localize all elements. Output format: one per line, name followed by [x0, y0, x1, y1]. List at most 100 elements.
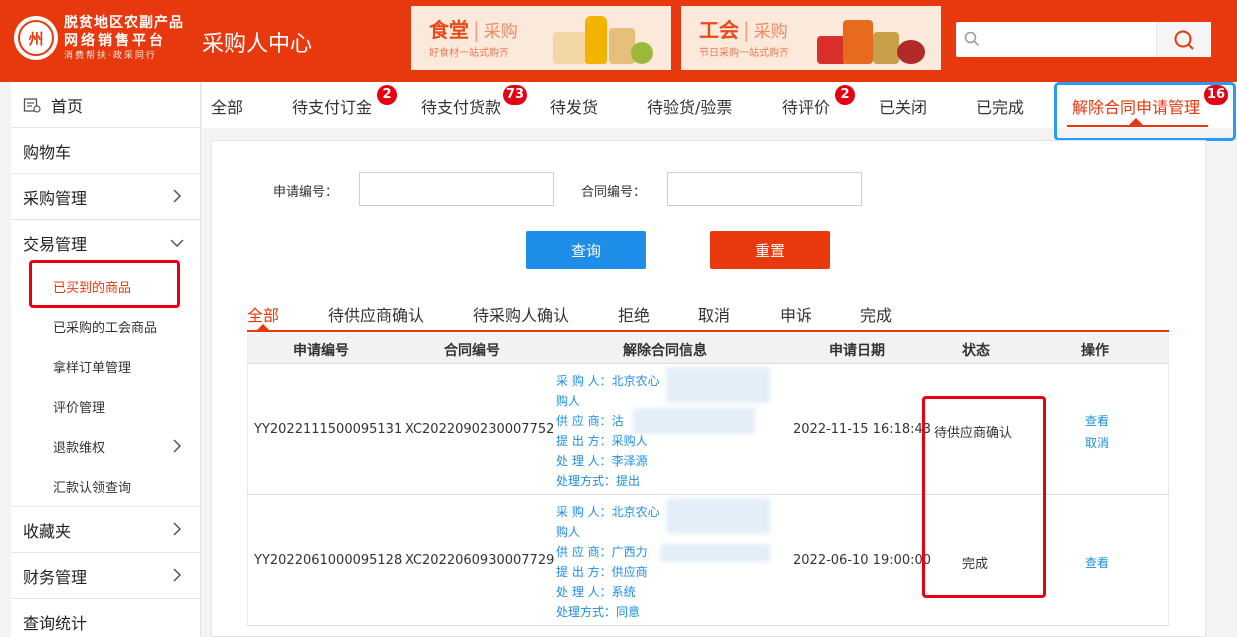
union-banner[interactable]: 工会 | 采购 节日采购一站式购齐 [681, 6, 941, 70]
logo-title-line1: 脱贫地区农副产品 [64, 15, 184, 31]
badge-count: 2 [835, 85, 855, 105]
subtab-done[interactable]: 完成 [860, 302, 892, 326]
info-line: 处理方式：同意 [556, 605, 641, 619]
sidebar-item-finance[interactable]: 财务管理 [11, 553, 200, 599]
banner-subtitle: 采购 [483, 22, 518, 42]
reset-button[interactable]: 重置 [710, 231, 830, 269]
sidebar-item-favorites[interactable]: 收藏夹 [11, 507, 200, 553]
info-line: 采 购 人：北京农心 [556, 374, 660, 388]
contract-no-cell: XC2022060930007729 [405, 553, 555, 568]
chevron-right-icon [173, 522, 182, 536]
search-box [956, 22, 1211, 57]
redacted-area [666, 367, 770, 403]
sidebar-item-label: 采购管理 [23, 188, 88, 208]
contract-no-input[interactable] [667, 172, 862, 206]
highlight-box [922, 396, 1046, 598]
tab-pending-payment[interactable]: 待支付货款 [421, 94, 501, 118]
sidebar-item-home[interactable]: 首页 [11, 82, 200, 128]
redacted-area [660, 544, 770, 562]
banner-title: 工会 [699, 18, 739, 42]
column-header: 状态 [962, 343, 990, 359]
info-line: 处 理 人：系统 [556, 585, 636, 599]
sidebar-item-label: 购物车 [23, 142, 72, 162]
home-icon [23, 97, 41, 113]
highlight-box [1054, 82, 1236, 141]
submenu-union-goods[interactable]: 已采购的工会商品 [11, 306, 200, 346]
submenu-label: 已采购的工会商品 [53, 320, 158, 336]
termination-info: 采 购 人：北京农心 购人 供 应 商：广西力 提 出 方：供应商 处 理 人：… [556, 502, 660, 622]
subtab-cancelled[interactable]: 取消 [698, 302, 730, 326]
badge-count: 73 [503, 85, 528, 105]
apply-date-cell: 2022-11-15 16:18:43 [793, 422, 932, 437]
sidebar-item-procurement[interactable]: 采购管理 [11, 174, 200, 220]
status-filter-tabs: 全部 待供应商确认 待采购人确认 拒绝 取消 申诉 完成 [247, 296, 1169, 332]
sidebar-item-statistics[interactable]: 查询统计 [11, 599, 200, 637]
apply-no-label: 申请编号： [273, 185, 339, 200]
banner-title: 食堂 [429, 18, 469, 42]
column-header: 申请编号 [293, 343, 349, 359]
sidebar-item-label: 收藏夹 [23, 521, 72, 541]
subtab-all[interactable]: 全部 [247, 302, 279, 326]
info-line: 采 购 人：北京农心 [556, 505, 660, 519]
submenu-sample-orders[interactable]: 拿样订单管理 [11, 346, 200, 386]
submenu-label: 汇款认领查询 [53, 480, 132, 496]
submenu-label: 退款维权 [53, 440, 106, 456]
center-title: 采购人中心 [202, 32, 313, 57]
subtab-rejected[interactable]: 拒绝 [618, 302, 650, 326]
gift-products-illustration [817, 12, 927, 66]
submenu-label: 评价管理 [53, 400, 106, 416]
info-line: 提 出 方：采购人 [556, 434, 648, 448]
search-icon [1174, 30, 1194, 50]
tab-pending-inspection[interactable]: 待验货/验票 [647, 94, 732, 118]
highlight-box [29, 260, 180, 308]
chevron-right-icon [173, 439, 182, 453]
tab-pending-shipment[interactable]: 待发货 [550, 94, 598, 118]
logo-emblem-icon: 州 [14, 16, 58, 60]
column-header: 申请日期 [829, 343, 885, 359]
active-subtab-caret [256, 324, 270, 331]
tab-pending-deposit[interactable]: 待支付订金 [292, 94, 372, 118]
info-line: 提 出 方：供应商 [556, 565, 648, 579]
sidebar-item-cart[interactable]: 购物车 [11, 128, 200, 174]
chevron-right-icon [173, 189, 182, 203]
tab-closed[interactable]: 已关闭 [879, 94, 927, 118]
chevron-down-icon [170, 239, 184, 248]
sidebar-item-label: 查询统计 [23, 614, 88, 633]
search-button[interactable] [1156, 22, 1211, 57]
header-bar: 州 脱贫地区农副产品 网络销售平台 消费帮扶·政采同行 采购人中心 食堂 | 采购 … [0, 0, 1237, 82]
sidebar: 首页 购物车 采购管理 交易管理 已买到的商品 已采购的工会商品 拿样订单管理 … [11, 82, 201, 637]
badge-count: 2 [377, 85, 397, 105]
tab-completed[interactable]: 已完成 [976, 94, 1024, 118]
subtab-pending-supplier[interactable]: 待供应商确认 [328, 302, 424, 326]
banner-subtitle: 采购 [753, 22, 788, 42]
contract-no-cell: XC2022090230007752 [405, 422, 555, 437]
search-input[interactable] [984, 22, 1154, 57]
subtab-appeal[interactable]: 申诉 [780, 302, 812, 326]
view-link[interactable]: 查看 [1085, 412, 1109, 429]
logo-slogan: 消费帮扶·政采同行 [64, 51, 157, 61]
canteen-banner[interactable]: 食堂 | 采购 好食材一站式购齐 [411, 6, 671, 70]
sidebar-item-label: 首页 [51, 96, 84, 116]
contract-no-label: 合同编号： [581, 185, 647, 200]
subtab-pending-purchaser[interactable]: 待采购人确认 [473, 302, 569, 326]
submenu-refunds[interactable]: 退款维权 [11, 426, 200, 466]
submenu-label: 拿样订单管理 [53, 360, 132, 376]
platform-logo[interactable]: 州 脱贫地区农副产品 网络销售平台 消费帮扶·政采同行 [14, 14, 184, 62]
column-header: 合同编号 [444, 343, 500, 359]
query-button[interactable]: 查询 [526, 231, 646, 269]
apply-date-cell: 2022-06-10 19:00:00 [793, 553, 932, 568]
column-header: 操作 [1081, 343, 1109, 359]
sidebar-item-label: 财务管理 [23, 567, 88, 587]
redacted-area [666, 498, 770, 534]
info-line: 处理方式：提出 [556, 474, 641, 488]
chevron-right-icon [173, 568, 182, 582]
submenu-remittance-query[interactable]: 汇款认领查询 [11, 466, 200, 506]
cancel-link[interactable]: 取消 [1085, 434, 1109, 451]
tab-pending-review[interactable]: 待评价 [782, 94, 830, 118]
tab-all[interactable]: 全部 [211, 94, 243, 118]
view-link[interactable]: 查看 [1085, 554, 1109, 571]
submenu-reviews[interactable]: 评价管理 [11, 386, 200, 426]
sidebar-item-label: 交易管理 [23, 235, 88, 254]
redacted-area [633, 408, 755, 434]
apply-no-input[interactable] [359, 172, 554, 206]
